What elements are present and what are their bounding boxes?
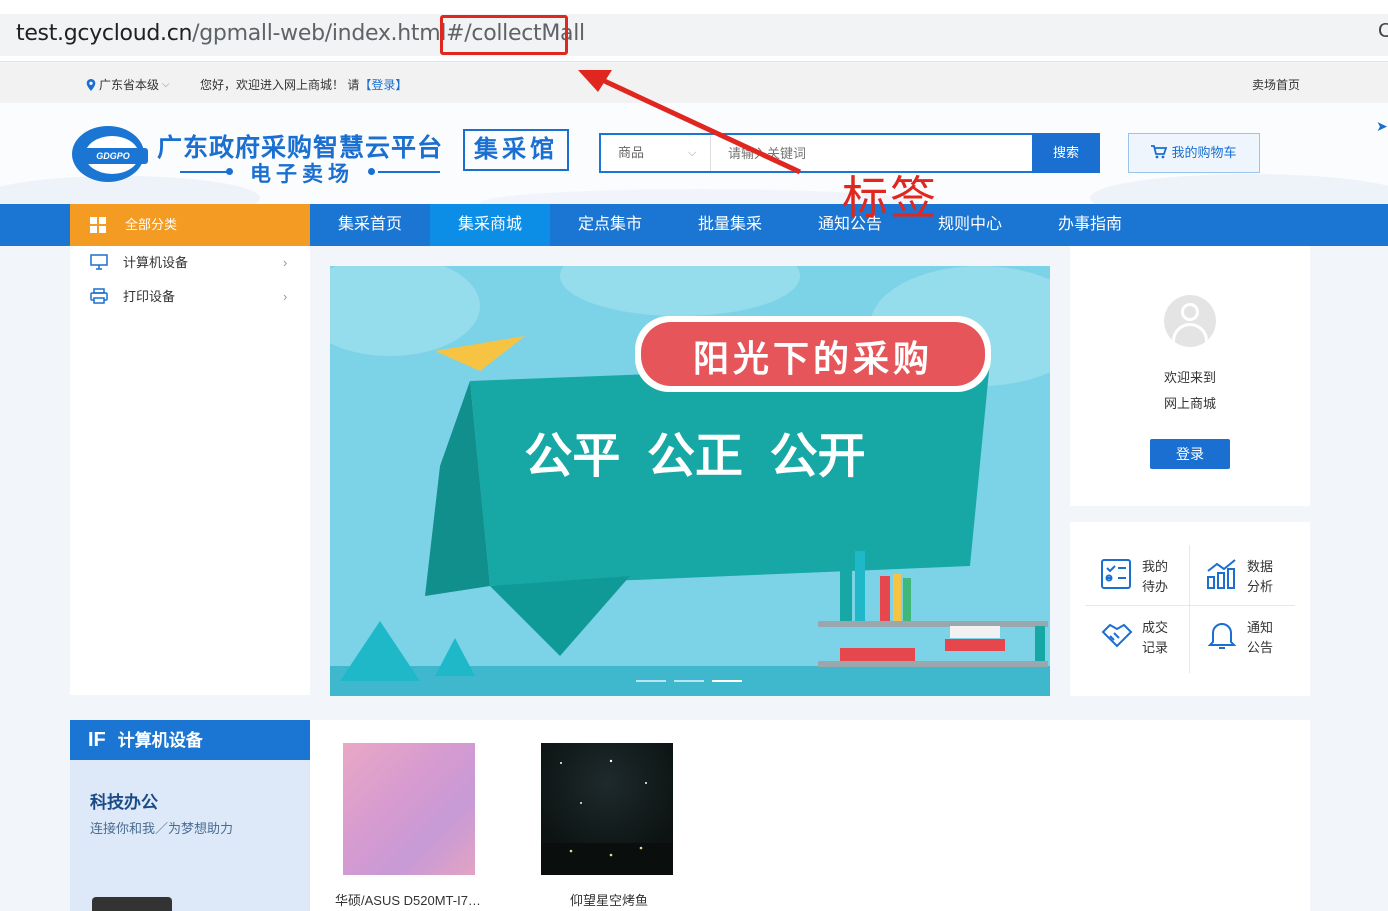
mall-home-link[interactable]: 卖场首页 — [1252, 76, 1300, 93]
avatar — [1164, 295, 1216, 347]
cart-label: 我的购物车 — [1171, 145, 1237, 160]
carousel-dot[interactable] — [674, 680, 704, 682]
location-selector[interactable]: 广东省本级 ⌵ — [86, 76, 170, 93]
tool-label: 通知 公告 — [1247, 618, 1297, 658]
tool-label-line1: 数据 — [1247, 559, 1274, 574]
all-categories-button[interactable]: 全部分类 — [70, 204, 310, 246]
category-label: 计算机设备 — [123, 255, 189, 270]
banner-headline: 阳光下的采购 — [692, 338, 933, 379]
category-item-printer[interactable]: 打印设备 › — [70, 280, 310, 314]
top-info-bar: 广东省本级 ⌵ 您好，欢迎进入网上商城！ 请【登录】 卖场首页 — [0, 63, 1388, 103]
category-menu: 计算机设备 › 打印设备 › — [70, 246, 310, 695]
chevron-right-icon: › — [283, 289, 288, 304]
category-item-computer[interactable]: 计算机设备 › — [70, 246, 310, 280]
main-nav: 全部分类 集采首页 集采商城 定点集市 批量集采 通知公告 规则中心 办事指南 — [0, 204, 1388, 246]
tool-data-analysis[interactable]: 数据 分析 — [1205, 557, 1305, 617]
tool-label-line2: 待办 — [1142, 579, 1169, 594]
subtitle-line-right — [378, 171, 440, 173]
top-login-link[interactable]: 【登录】 — [359, 78, 407, 92]
handshake-icon — [1101, 623, 1133, 648]
nav-item-bulk[interactable]: 批量集采 — [670, 204, 790, 246]
annotation-highlight-box — [440, 15, 568, 55]
printer-image — [92, 897, 172, 911]
site-subtitle: 电子卖场 — [250, 163, 354, 186]
cart-icon — [1151, 145, 1168, 159]
nav-item-fixed-market[interactable]: 定点集市 — [550, 204, 670, 246]
bell-icon — [1207, 623, 1237, 649]
search-category-select[interactable]: 商品 ⌵ — [601, 135, 711, 171]
page-root: { "browser": { "url_host": "test.gcyclou… — [0, 0, 1388, 911]
floor-title: 计算机设备 — [117, 731, 203, 750]
tool-label-line1: 成交 — [1142, 620, 1169, 635]
floor-side-panel[interactable]: 科技办公 连接你和我／为梦想助力 — [70, 760, 310, 911]
chevron-right-icon: › — [283, 255, 288, 270]
floor-side-subtitle: 连接你和我／为梦想助力 — [90, 821, 234, 836]
product-name[interactable]: 仰望星空烤鱼 — [570, 890, 648, 909]
annotation-label: 标签 — [842, 171, 938, 225]
tool-deal-records[interactable]: 成交 记录 — [1100, 618, 1200, 678]
category-label: 打印设备 — [123, 289, 176, 304]
subtitle-dot-right — [368, 168, 375, 175]
url-host: test.gcycloud.cn — [16, 21, 193, 46]
monitor-icon — [90, 254, 108, 270]
product-image[interactable] — [541, 743, 673, 875]
search-category-value: 商品 — [618, 145, 645, 160]
chevron-down-icon: ⌵ — [162, 79, 170, 90]
grid-icon — [90, 217, 106, 233]
chevron-down-icon: ⌵ — [688, 147, 697, 159]
printer-icon — [90, 288, 108, 304]
nav-item-mall[interactable]: 集采商城 — [430, 204, 550, 246]
carousel-dot-active[interactable] — [712, 680, 742, 682]
banner-slogan: 公平 公正 公开 — [524, 430, 866, 483]
tool-label: 我的 待办 — [1142, 557, 1192, 597]
tool-label-line2: 记录 — [1142, 640, 1169, 655]
search-button[interactable]: 搜索 — [1032, 133, 1100, 173]
carousel-dot[interactable] — [636, 680, 666, 682]
cart-button[interactable]: 我的购物车 — [1128, 133, 1260, 173]
url-path: /gpmall-web/index.html#/ — [192, 21, 472, 46]
tool-label-line2: 分析 — [1247, 579, 1274, 594]
browser-extra-icon[interactable]: C — [1378, 20, 1388, 43]
hero-banner[interactable]: 阳光下的采购 公平 公正 公开 — [330, 266, 1050, 696]
location-label: 广东省本级 — [99, 78, 160, 92]
location-pin-icon — [86, 78, 96, 91]
logo-text: GDGPO — [78, 148, 148, 164]
product-image[interactable] — [343, 743, 475, 875]
floor-side-title: 科技办公 — [90, 793, 158, 812]
tool-notices[interactable]: 通知 公告 — [1205, 618, 1305, 678]
bar-chart-icon — [1207, 559, 1236, 589]
product-name[interactable]: 华硕/ASUS D520MT-I7… — [335, 890, 481, 909]
welcome-line-1: 欢迎来到 — [1163, 370, 1216, 385]
welcome-line-2: 网上商城 — [1163, 396, 1216, 411]
nav-item-guide[interactable]: 办事指南 — [1030, 204, 1150, 246]
paper-plane-icon: ➤ — [1376, 118, 1388, 134]
tool-label: 数据 分析 — [1247, 557, 1297, 597]
welcome-message: 您好，欢迎进入网上商城！ 请 — [200, 78, 360, 92]
tool-label-line1: 通知 — [1247, 620, 1274, 635]
welcome-text: 您好，欢迎进入网上商城！ 请【登录】 — [200, 76, 407, 93]
night-sky-art — [541, 759, 673, 875]
login-button[interactable]: 登录 — [1150, 439, 1230, 469]
floor-badge: IF — [88, 729, 106, 751]
subtitle-dot-left — [226, 168, 233, 175]
todo-list-icon — [1101, 559, 1131, 589]
floor-header[interactable]: IF 计算机设备 — [70, 720, 310, 760]
subtitle-line-left — [180, 171, 230, 173]
tool-label-line2: 公告 — [1247, 640, 1274, 655]
tool-label: 成交 记录 — [1142, 618, 1192, 658]
tool-label-line1: 我的 — [1142, 559, 1169, 574]
hall-badge: 集采馆 — [463, 129, 569, 171]
tool-my-todo[interactable]: 我的 待办 — [1100, 557, 1200, 617]
nav-item-home[interactable]: 集采首页 — [310, 204, 430, 246]
all-categories-label: 全部分类 — [125, 217, 178, 232]
